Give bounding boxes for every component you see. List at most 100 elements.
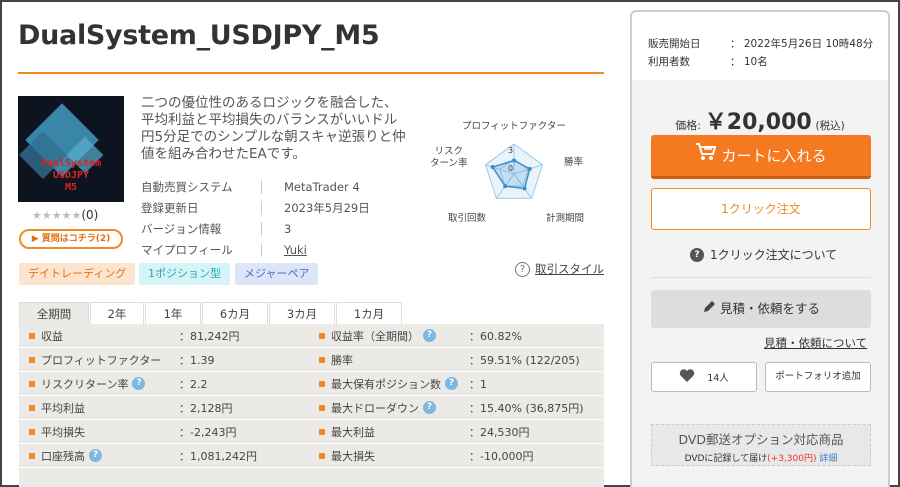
one-click-about-label: 1クリック注文について [710,248,838,262]
bullet-icon [29,452,35,459]
product-thumbnail[interactable]: DualSystem USDJPY M5 [18,96,124,202]
stat-value: ：-2,243円 [179,425,237,439]
info-value: MetaTrader 4 [284,179,360,194]
radar-label-period: 計測期間 [546,213,585,224]
pencil-icon [702,291,716,329]
dvd-title: DVD郵送オプション対応商品 [678,432,844,447]
add-portfolio-button[interactable]: ポートフォリオ追加 [765,362,871,392]
info-value: 2023年5月29日 [284,200,370,215]
stat-label: 勝率 [331,353,353,367]
add-to-cart-button[interactable]: カートに入れる [651,135,871,179]
stat-value: ：15.40% (36,875円) [469,401,584,415]
help-icon[interactable]: ? [423,401,436,414]
divider [261,221,262,236]
stat-label: 収益率（全期間） [331,329,419,343]
one-click-about-link[interactable]: ? 1クリック注文について [690,246,837,263]
trading-style-link[interactable]: ? 取引スタイル [515,261,604,277]
stat-label: 平均利益 [41,401,85,415]
info-row: マイプロフィール Yuki [141,239,411,260]
bullet-icon [319,356,325,363]
dvd-detail-link[interactable]: 詳細 [819,454,837,464]
radar-point-return_risk [490,165,495,170]
dvd-option-box: DVD郵送オプション対応商品 DVDに記録して届け(+3,300円) 詳細 [651,424,871,466]
tab-1y[interactable]: 1年 [145,302,201,324]
stat-label: 最大保有ポジション数 [331,377,441,391]
quote-request-button[interactable]: 見積・依頼をする [651,290,871,328]
users-value: ： 10名 [730,56,768,68]
radar-label-trades: 取引回数 [448,213,487,224]
stat-value: ：59.51% (122/205) [469,353,580,367]
info-value[interactable]: Yuki [284,243,307,257]
rating-stars: ★★★★★ [32,209,82,222]
info-key: 自動売買システム [141,179,233,194]
help-icon[interactable]: ? [445,377,458,390]
tag-daytrading[interactable]: デイトレーディング [19,263,136,285]
radar-tick-outer: 3 [508,146,514,155]
heart-icon [679,368,695,386]
info-key: マイプロフィール [141,242,233,257]
bullet-icon [29,380,35,387]
stat-value: ：2,128円 [179,401,233,415]
tab-6m[interactable]: 6カ月 [202,302,268,324]
purchase-panel: 販売開始日 ： 2022年5月26日 10時48分 利用者数 ： 10名 価格: ￥… [630,10,890,487]
tag-major-pair[interactable]: メジャーペア [235,263,319,285]
quote-about-link[interactable]: 見積・依頼について [764,335,867,351]
stat-label: リスクリターン率 [41,377,129,391]
stat-label: 最大ドローダウン [331,401,419,415]
tab-2y[interactable]: 2年 [90,302,144,324]
stats-table: 収益 ：81,242円 収益率（全期間）? ：60.82% プロフィットファクター ：1.… [19,324,604,487]
sale-start-label: 販売開始日 [648,38,701,50]
stat-label: 収益 [41,329,63,343]
bullet-icon [29,428,35,435]
stat-value: ：24,530円 [469,425,530,439]
divider [261,200,262,215]
bullet-icon [319,332,325,339]
help-icon[interactable]: ? [132,377,146,390]
help-icon[interactable]: ? [423,329,436,342]
radar-label-pf: プロフィットファクター [462,121,566,132]
trading-style-label: 取引スタイル [535,262,604,276]
one-click-order-button[interactable]: 1クリック注文 [651,188,871,230]
stat-value: ：1 [469,377,487,391]
favorite-count: 14人 [707,373,729,384]
users-label: 利用者数 [648,56,690,68]
radar-label-winrate: 勝率 [564,157,584,168]
info-key: バージョン情報 [141,221,222,236]
rating: ★★★★★(0) [32,208,98,222]
stat-value: ：1,081,242円 [179,449,257,463]
bullet-icon [319,428,325,435]
period-tabs: 全期間 2年 1年 6カ月 3カ月 1カ月 [19,302,403,324]
radar-point-trades [503,184,508,189]
stat-label: 最大損失 [331,449,375,463]
stats-row: 平均利益 ：2,128円 最大ドローダウン? ：15.40% (36,875円) [19,396,604,420]
stats-row: 口座残高? ：1,081,242円 最大損失 ：-10,000円 [19,444,604,468]
bullet-icon [29,356,35,363]
question-button[interactable]: ▶ 質問はコチラ(2) [19,229,123,249]
stat-label: プロフィットファクター [41,353,162,367]
stat-value: ：60.82% [469,329,522,343]
help-icon[interactable]: ? [89,449,102,462]
divider [651,277,871,278]
divider [261,179,262,194]
stat-label: 平均損失 [41,425,85,439]
favorite-button[interactable]: 14人 [651,362,757,392]
tab-3m[interactable]: 3カ月 [269,302,335,324]
radar-point-winrate [527,166,532,171]
radar-label-return-risk: リスク ターン率 [430,146,468,169]
bullet-icon [319,404,325,411]
question-icon: ? [515,261,530,277]
bullet-icon [29,332,35,339]
tag-one-position[interactable]: 1ポジション型 [139,263,230,285]
product-description: 二つの優位性のあるロジックを融合した、平均利益と平均損失のバランスがいいドル円5… [141,95,406,162]
tab-1m[interactable]: 1カ月 [336,302,402,324]
radar-tick-inner: 0 [508,164,514,173]
stat-value: ：2.2 [179,377,208,391]
stats-row: 平均損失 ：-2,243円 最大利益 ：24,530円 [19,420,604,444]
stat-value: ：1.39 [179,353,215,367]
stats-row: 収益 ：81,242円 収益率（全期間）? ：60.82% [19,324,604,348]
info-key: 登録更新日 [141,200,199,215]
bullet-icon [319,380,325,387]
cart-label: カートに入れる [721,147,827,165]
price-label: 価格: [675,119,701,132]
tab-all[interactable]: 全期間 [19,302,89,324]
